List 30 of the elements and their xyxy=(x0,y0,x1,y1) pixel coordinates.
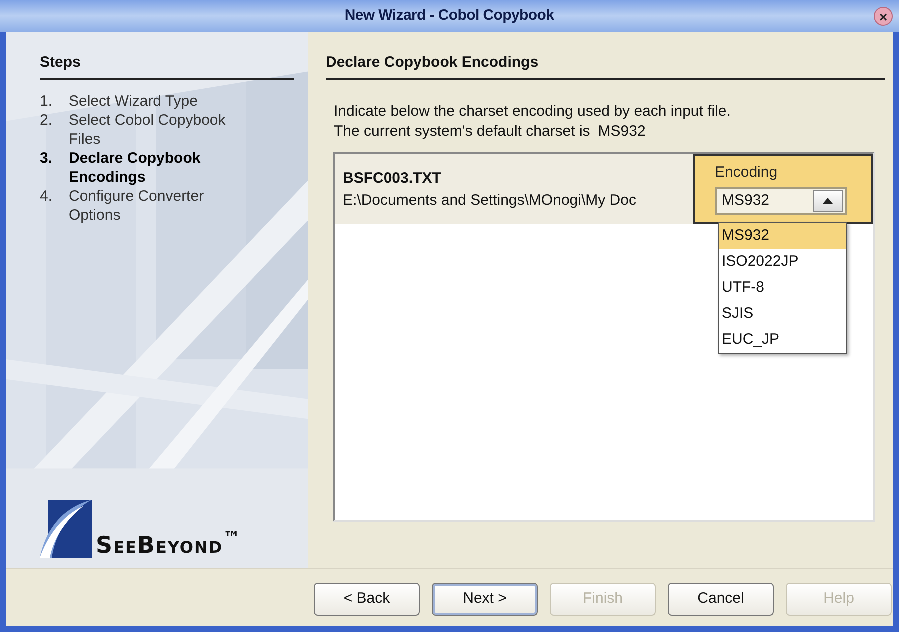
file-name: BSFC003.TXT xyxy=(343,168,442,188)
page-heading: Declare Copybook Encodings xyxy=(326,52,885,80)
close-button[interactable]: × xyxy=(874,7,893,26)
dropdown-option[interactable]: MS932 xyxy=(719,222,846,248)
dropdown-option[interactable]: ISO2022JP xyxy=(719,248,846,274)
default-charset-value: MS932 xyxy=(598,122,646,142)
window-title: New Wizard - Cobol Copybook xyxy=(344,6,554,26)
step-label: Select Cobol Copybook Files xyxy=(69,110,227,148)
wizard-button[interactable]: Next > xyxy=(432,583,538,616)
dropdown-option[interactable]: SJIS xyxy=(719,300,846,326)
dropdown-toggle[interactable] xyxy=(813,190,843,212)
dropdown-option[interactable]: UTF-8 xyxy=(719,274,846,300)
encoding-label: Encoding xyxy=(715,162,779,182)
step-label: Configure Converter Options xyxy=(69,186,206,224)
step-number: 2. xyxy=(40,110,54,130)
intro-text: Indicate below the charset encoding used by each input file. xyxy=(334,102,732,122)
step-number: 3. xyxy=(40,148,54,168)
encoding-dropdown[interactable]: MS932 xyxy=(715,187,847,215)
dropdown-option[interactable]: EUC_JP xyxy=(719,326,846,352)
wizard-button[interactable]: Cancel xyxy=(668,583,774,616)
steps-heading: Steps xyxy=(40,52,294,80)
step-number: 1. xyxy=(40,92,54,110)
wizard-button[interactable]: < Back xyxy=(314,583,420,616)
default-charset-label: The current system's default charset is xyxy=(334,122,590,142)
file-path: E:\Documents and Settings\MOnogi\My Doc xyxy=(343,191,638,211)
step-label: Select Wizard Type xyxy=(69,92,198,110)
caret-up-icon xyxy=(823,198,833,204)
step-number: 4. xyxy=(40,186,54,206)
step-label: Declare Copybook Encodings xyxy=(69,148,202,186)
logo-icon xyxy=(40,500,92,558)
